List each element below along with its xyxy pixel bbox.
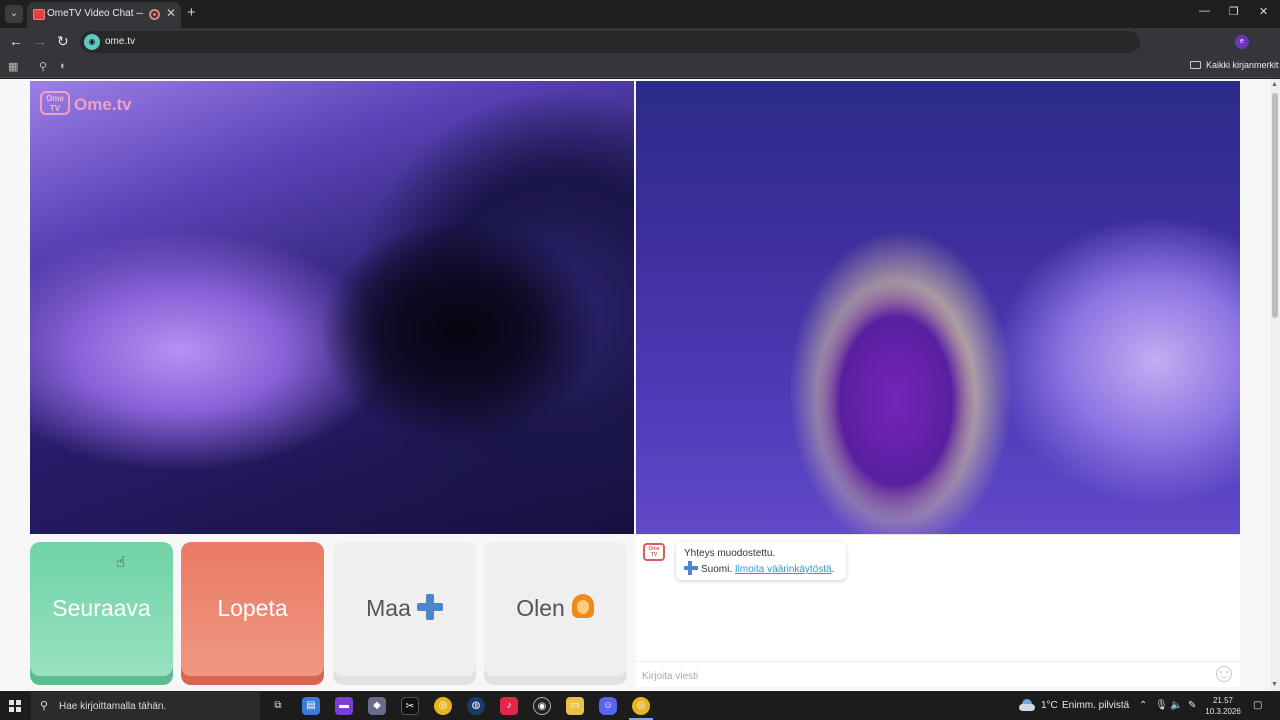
scroll-up-icon[interactable]: ▲ — [1271, 81, 1278, 88]
chat-input-bar — [636, 661, 1240, 688]
report-abuse-link[interactable]: Ilmoita väärinkäytöstä — [735, 564, 832, 575]
forward-icon[interactable]: → — [33, 33, 47, 49]
notifications-icon[interactable]: ▢ — [1253, 700, 1262, 711]
stop-button[interactable]: Lopeta — [181, 542, 324, 685]
message-input[interactable] — [642, 668, 1202, 684]
restore-button[interactable]: ❐ — [1229, 5, 1239, 18]
tray-chevron-icon[interactable]: ⌃ — [1139, 700, 1147, 711]
all-bookmarks-label: Kaikki kirjanmerkit — [1206, 60, 1279, 70]
folder-icon — [1190, 61, 1201, 69]
chrome-icon[interactable]: ◎ — [434, 697, 452, 715]
site-info-icon[interactable]: ◉ — [84, 34, 100, 50]
speaker-icon[interactable]: 🔈 — [1170, 700, 1182, 711]
gaming-app-icon[interactable]: ◆ — [368, 697, 386, 715]
tiktok-icon[interactable]: ♪ — [500, 697, 518, 715]
page-scrollbar[interactable]: ▲ ▼ — [1270, 79, 1280, 691]
tab-ometv[interactable]: OmeTV Video Chat — Ome ✕ — [27, 2, 181, 28]
remote-video — [636, 81, 1240, 534]
report-suffix: . — [831, 564, 835, 575]
all-bookmarks-button[interactable]: Kaikki kirjanmerkit — [1190, 60, 1279, 70]
ometv-favicon-icon — [33, 9, 45, 20]
browser-toolbar: ← → ↻ ◉ ome.tv 文 ⎘ ☆ ● ▣ ⧉ ⋮ — [0, 28, 1280, 78]
apps-grid-icon[interactable]: ▦ — [8, 60, 18, 73]
tab-close-icon[interactable]: ✕ — [166, 6, 176, 20]
profile-avatar[interactable]: e — [1235, 35, 1249, 49]
chat-ometv-icon: Ome TV — [643, 543, 665, 561]
ometv-wordmark: Ome.tv — [74, 95, 132, 114]
bookmarks-bar: ▦ ⚲ ◐ Kaikki kirjanmerkit — [0, 56, 1280, 78]
new-tab-button[interactable]: + — [187, 4, 196, 21]
microsoft-store-icon[interactable]: ▤ — [302, 697, 320, 715]
next-button[interactable]: Seuraava — [30, 542, 173, 685]
windows-taskbar: ⚲ Hae kirjoittamalla tähän. ⧉ ▤ ▬ ◆ ✂ ◎ … — [0, 692, 1280, 720]
finland-flag-icon — [684, 561, 698, 575]
bookmark-globe-icon[interactable]: ◐ — [60, 60, 67, 72]
capcut-icon[interactable]: ✂ — [401, 697, 419, 715]
country-name: Suomi. — [701, 564, 733, 575]
country-line: Suomi. Ilmoita väärinkäytöstä. — [684, 561, 838, 577]
tab-title: OmeTV Video Chat — Ome — [47, 8, 143, 19]
ometv-tv-icon: Ome TV — [40, 91, 70, 115]
windows-start-icon[interactable] — [9, 700, 21, 712]
microphone-icon[interactable]: 🎙 — [1155, 700, 1168, 711]
close-window-button[interactable]: ✕ — [1259, 5, 1268, 18]
local-video: Ome TV Ome.tv — [30, 81, 634, 534]
clock-time: 21.57 — [1212, 696, 1234, 705]
recording-indicator-icon — [149, 9, 160, 20]
pen-icon[interactable]: ✎ — [1188, 700, 1196, 711]
minimize-button[interactable]: — — [1199, 5, 1210, 17]
country-button[interactable]: Maa — [333, 542, 476, 685]
weather-temp[interactable]: 1°C — [1041, 700, 1058, 711]
bookmark-item-icon[interactable]: ⚲ — [39, 60, 47, 73]
obs-icon[interactable]: ◉ — [533, 697, 551, 715]
discord-icon[interactable]: ☺ — [599, 697, 617, 715]
scroll-down-icon[interactable]: ▼ — [1271, 681, 1278, 688]
url-text[interactable]: ome.tv — [105, 36, 135, 47]
back-icon[interactable]: ← — [9, 33, 23, 49]
clock-date: 10.3.2026 — [1205, 707, 1241, 716]
weather-desc[interactable]: Enimm. pilvistä — [1062, 700, 1129, 711]
finland-flag-icon — [416, 594, 443, 620]
connection-message: Yhteys muodostettu. — [684, 548, 776, 559]
chat-panel: Ome TV Yhteys muodostettu. Suomi. Ilmoit… — [636, 534, 1240, 687]
gender-button[interactable]: Olen — [484, 542, 627, 685]
ometv-page: Ome TV Ome.tv Seuraava Lopeta Maa Olen ☝… — [0, 79, 1280, 691]
emoji-picker-icon[interactable] — [1216, 666, 1232, 682]
system-message: Yhteys muodostettu. Suomi. Ilmoita vääri… — [676, 542, 846, 580]
scrollbar-thumb[interactable] — [1272, 93, 1278, 318]
reload-icon[interactable]: ↻ — [57, 33, 69, 50]
mouse-pointer-icon: ☝ — [116, 554, 126, 571]
country-label: Maa — [366, 595, 411, 621]
taskbar-search[interactable]: ⚲ Hae kirjoittamalla tähän. — [31, 692, 260, 720]
steam-icon[interactable]: ◍ — [467, 697, 485, 715]
tab-strip: ⌄ OmeTV Video Chat — Ome ✕ + — ❐ ✕ — [0, 0, 1280, 28]
task-view-icon[interactable]: ⧉ — [269, 697, 287, 715]
chrome-active-icon[interactable]: ◎ — [629, 697, 653, 720]
taskbar-clock[interactable]: 21.57 10.3.2026 — [1203, 695, 1243, 717]
address-bar[interactable]: ◉ ome.tv — [80, 31, 1140, 53]
woman-emoji-icon — [571, 594, 595, 620]
taskbar-search-placeholder: Hae kirjoittamalla tähän. — [59, 701, 167, 712]
search-icon: ⚲ — [40, 700, 49, 712]
gender-label: Olen — [516, 595, 565, 621]
weather-cloud-icon[interactable] — [1019, 699, 1035, 711]
file-explorer-icon[interactable]: ▭ — [566, 697, 584, 715]
tab-search-button[interactable]: ⌄ — [5, 5, 23, 23]
purple-app-icon[interactable]: ▬ — [335, 697, 353, 715]
